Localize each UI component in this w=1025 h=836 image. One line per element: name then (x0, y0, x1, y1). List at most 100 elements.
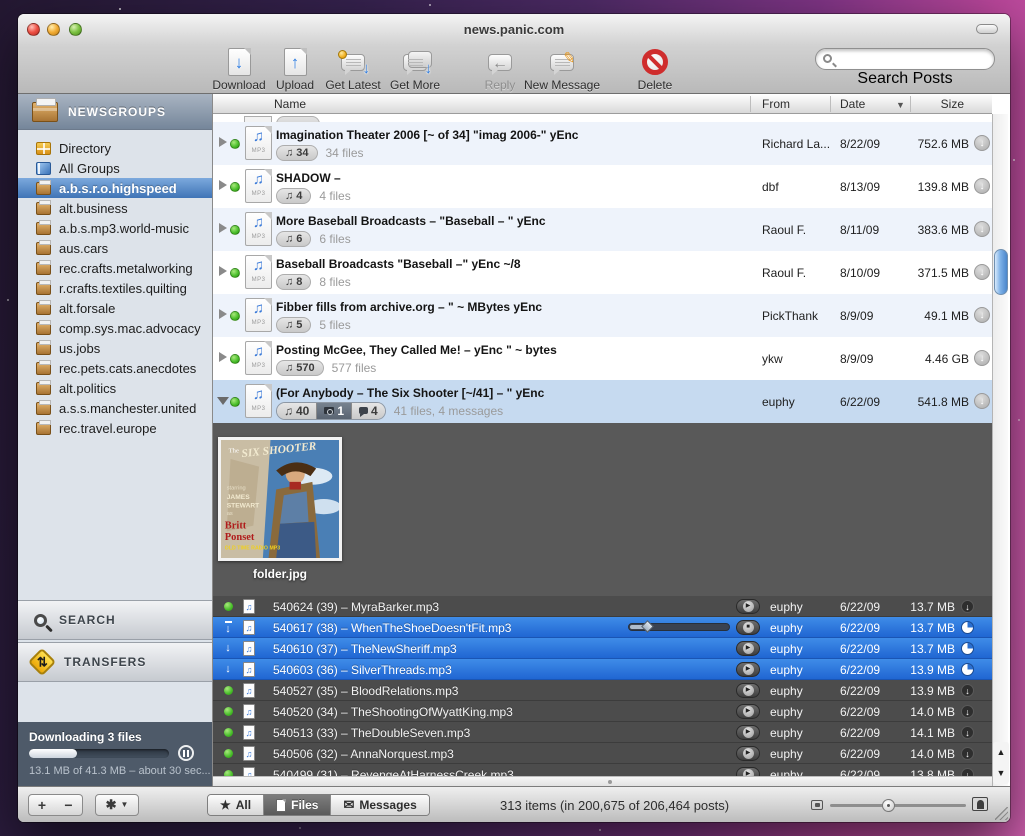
audio-file-icon: ♫ (243, 704, 255, 719)
download-button[interactable]: ↓ Download (211, 47, 267, 92)
sidebar-item-newsgroup[interactable]: rec.crafts.metalworking (18, 258, 212, 278)
disclosure-triangle-icon[interactable] (219, 266, 227, 276)
sidebar-item-newsgroup[interactable]: alt.forsale (18, 298, 212, 318)
pause-transfers-button[interactable] (178, 745, 194, 761)
disclosure-triangle-icon[interactable] (219, 309, 227, 319)
title-bar[interactable]: news.panic.com (18, 14, 1010, 45)
sidebar-item-all-groups[interactable]: All Groups (18, 158, 212, 178)
reply-button[interactable]: ← Reply (480, 47, 520, 92)
download-post-button[interactable]: ↓ (974, 350, 990, 366)
play-button[interactable]: ▶ (736, 599, 760, 614)
sidebar-item-newsgroup[interactable]: a.b.s.mp3.world-music (18, 218, 212, 238)
download-post-button[interactable]: ↓ (974, 135, 990, 151)
sidebar-item-newsgroup[interactable]: a.b.s.r.o.highspeed (18, 178, 212, 198)
download-file-button[interactable]: ↓ (961, 684, 974, 697)
sidebar-item-newsgroup[interactable]: us.jobs (18, 338, 212, 358)
file-row-selected[interactable]: ↓ ♫ 540603 (36) – SilverThreads.mp3 ▶ eu… (213, 659, 992, 680)
sidebar-item-newsgroup[interactable]: alt.politics (18, 378, 212, 398)
horizontal-scrollbar[interactable] (213, 776, 992, 786)
play-button[interactable]: ▶ (736, 746, 760, 761)
column-header-name[interactable]: Name (274, 97, 306, 111)
file-row-selected[interactable]: ↓ ♫ 540610 (37) – TheNewSheriff.mp3 ▶ eu… (213, 638, 992, 659)
sidebar-item-newsgroup[interactable]: a.s.s.manchester.united (18, 398, 212, 418)
tab-files[interactable]: Files (264, 795, 331, 815)
play-button[interactable]: ▶ (736, 704, 760, 719)
table-row[interactable]: ♫MP3 Fibber fills from archive.org – " ~… (213, 294, 992, 337)
disclosure-triangle-icon[interactable] (219, 352, 227, 362)
column-header-date[interactable]: Date (840, 97, 865, 111)
table-row[interactable]: ♫MP3 Posting McGee, They Called Me! – yE… (213, 337, 992, 380)
download-post-button[interactable]: ↓ (974, 307, 990, 323)
stop-button[interactable]: ■ (736, 620, 760, 635)
add-button[interactable]: + (28, 794, 56, 816)
disclosure-triangle-icon[interactable] (219, 137, 227, 147)
thumbnail-size-slider[interactable] (830, 804, 966, 807)
column-header-size[interactable]: Size (941, 97, 964, 111)
play-button[interactable]: ▶ (736, 767, 760, 776)
download-file-button[interactable]: ↓ (961, 705, 974, 718)
search-input[interactable] (838, 51, 988, 67)
file-row[interactable]: ♫ 540499 (31) – RevengeAtHarnessCreek.mp… (213, 764, 992, 776)
sidebar-item-newsgroup[interactable]: comp.sys.mac.advocacy (18, 318, 212, 338)
disclosure-triangle-icon[interactable] (219, 180, 227, 190)
download-file-button[interactable]: ↓ (961, 747, 974, 760)
play-button[interactable]: ▶ (736, 641, 760, 656)
table-row[interactable]: ♫MP3 Baseball Broadcasts "Baseball –" yE… (213, 251, 992, 294)
search-field[interactable] (815, 48, 995, 70)
tab-all[interactable]: ★All (208, 795, 264, 815)
resize-grip[interactable] (995, 807, 1008, 820)
search-section-header[interactable]: SEARCH (18, 600, 212, 640)
download-post-button[interactable]: ↓ (974, 221, 990, 237)
sidebar-item-directory[interactable]: Directory (18, 138, 212, 158)
action-menu-button[interactable]: ✱▼ (95, 794, 139, 816)
newsgroups-section-header[interactable]: NEWSGROUPS (18, 94, 212, 130)
disclosure-triangle-icon[interactable] (217, 397, 229, 405)
slider-thumb[interactable] (882, 799, 895, 812)
get-more-button[interactable]: ↓ Get More (386, 47, 444, 92)
table-row[interactable]: ♫MP3 SHADOW – ♫44 files dbf 8/13/09 139.… (213, 165, 992, 208)
download-file-button[interactable]: ↓ (961, 726, 974, 739)
table-row[interactable]: ♫MP3 Imagination Theater 2006 [~ of 34] … (213, 122, 992, 165)
play-button[interactable]: ▶ (736, 683, 760, 698)
attachment-thumbnail[interactable]: The SIX SHOOTER starring JAMES STEWART a… (218, 437, 342, 581)
download-post-button[interactable]: ↓ (974, 264, 990, 280)
transfers-section-header[interactable]: ⇅ TRANSFERS (18, 642, 212, 682)
playback-slider[interactable] (628, 623, 730, 631)
download-file-button[interactable]: ↓ (961, 768, 974, 776)
play-button[interactable]: ▶ (736, 725, 760, 740)
sidebar-item-newsgroup[interactable]: rec.pets.cats.anecdotes (18, 358, 212, 378)
download-post-button[interactable]: ↓ (974, 393, 990, 409)
post-from: Raoul F. (762, 266, 834, 280)
vertical-scrollbar[interactable]: ▲ ▼ (992, 114, 1008, 786)
file-row[interactable]: ♫ 540624 (39) – MyraBarker.mp3 ▶ euphy 6… (213, 596, 992, 617)
scrollbar-thumb[interactable] (994, 249, 1008, 295)
sidebar-item-newsgroup[interactable]: aus.cars (18, 238, 212, 258)
scroll-up-button[interactable]: ▲ (993, 742, 1009, 763)
sidebar-item-newsgroup[interactable]: r.crafts.textiles.quilting (18, 278, 212, 298)
sidebar-item-newsgroup[interactable]: alt.business (18, 198, 212, 218)
upload-button[interactable]: ↑ Upload (271, 47, 319, 92)
file-row[interactable]: ♫ 540527 (35) – BloodRelations.mp3 ▶ eup… (213, 680, 992, 701)
table-row-selected[interactable]: ♫MP3 (For Anybody – The Six Shooter [~/4… (213, 380, 992, 423)
delete-button[interactable]: Delete (630, 47, 680, 92)
get-latest-button[interactable]: ↓ Get Latest (322, 47, 384, 92)
play-button[interactable]: ▶ (736, 662, 760, 677)
scroll-down-button[interactable]: ▼ (993, 763, 1009, 784)
column-header-from[interactable]: From (762, 97, 790, 111)
file-row[interactable]: ♫ 540520 (34) – TheShootingOfWyattKing.m… (213, 701, 992, 722)
sidebar-item-newsgroup[interactable]: rec.travel.europe (18, 418, 212, 438)
file-row[interactable]: ♫ 540506 (32) – AnnaNorquest.mp3 ▶ euphy… (213, 743, 992, 764)
remove-button[interactable]: − (55, 794, 83, 816)
toolbar-toggle-button[interactable] (976, 24, 998, 34)
download-file-button[interactable]: ↓ (961, 600, 974, 613)
post-title: Posting McGee, They Called Me! – yEnc " … (276, 343, 557, 357)
table-row[interactable]: ♫MP3 More Baseball Broadcasts – "Basebal… (213, 208, 992, 251)
disclosure-triangle-icon[interactable] (219, 223, 227, 233)
download-post-button[interactable]: ↓ (974, 178, 990, 194)
tab-messages[interactable]: ✉Messages (331, 795, 428, 815)
new-message-button[interactable]: ✎ New Message (521, 47, 603, 92)
slider-thumb[interactable] (641, 620, 654, 633)
file-row[interactable]: ♫ 540513 (33) – TheDoubleSeven.mp3 ▶ eup… (213, 722, 992, 743)
svg-text:starring: starring (227, 485, 246, 491)
file-row-selected[interactable]: ↓ ♫ 540617 (38) – WhenTheShoeDoesn'tFit.… (213, 617, 992, 638)
